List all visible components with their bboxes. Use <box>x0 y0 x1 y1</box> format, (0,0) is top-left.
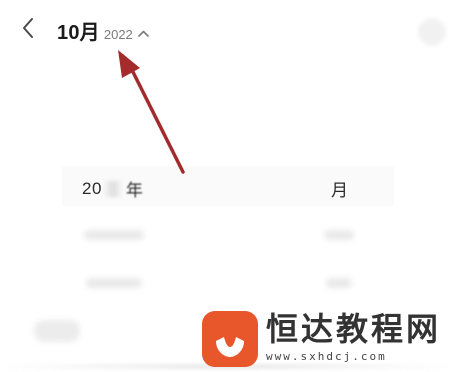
watermark-brand: 恒达教程网 <box>266 311 442 347</box>
watermark-logo-icon <box>202 311 258 367</box>
watermark-url: www.sxhdcj.com <box>266 350 387 363</box>
picker-year-unit: 年 <box>125 181 143 200</box>
picker-year-value: 20 <box>82 178 102 198</box>
watermark-text: 恒达教程网 www.sxhdcj.com <box>266 311 441 363</box>
chevron-up-icon <box>137 30 149 37</box>
picker-month-column[interactable]: 月 <box>331 176 348 201</box>
year-label: 2022 <box>103 27 133 42</box>
picker-selected-row[interactable]: 20 年 月 <box>62 166 394 206</box>
watermark: 恒达教程网 www.sxhdcj.com <box>202 311 450 371</box>
blurred-header-action <box>418 18 446 46</box>
picker-year-blurred-digits <box>103 180 122 197</box>
month-year-selector[interactable]: 10月 2022 <box>57 16 149 44</box>
picker-row-blurred <box>86 278 142 288</box>
chevron-left-icon <box>23 18 33 38</box>
picker-row-blurred <box>326 278 352 288</box>
picker-row-blurred <box>324 230 354 240</box>
month-title: 10月 <box>57 22 100 44</box>
year-month-picker[interactable]: 20 年 月 <box>62 160 394 300</box>
back-button[interactable] <box>16 14 40 42</box>
blurred-bottom-button <box>34 320 80 342</box>
picker-row-blurred <box>84 230 144 240</box>
calendar-screen: 10月 2022 20 年 月 恒达教程网 www.sxhdcj.com <box>0 0 452 372</box>
picker-year-column[interactable]: 20 年 <box>82 176 143 201</box>
